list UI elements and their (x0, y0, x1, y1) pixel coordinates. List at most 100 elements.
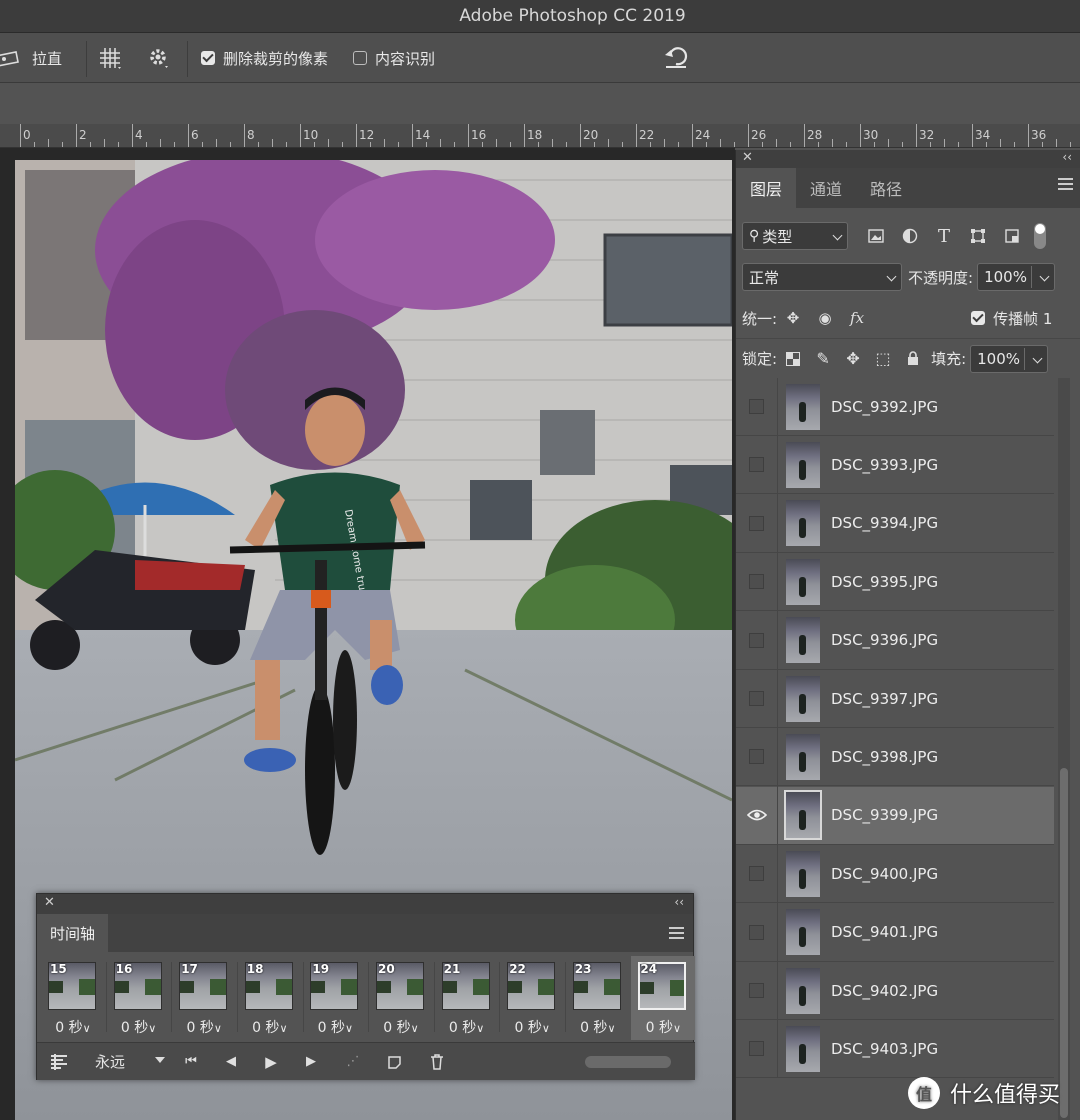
filter-adjustment-icon[interactable] (898, 224, 922, 248)
scrollbar-thumb[interactable] (1060, 768, 1068, 1118)
frame-delay-select[interactable]: 0 秒∨ (238, 1017, 302, 1037)
layer-row[interactable]: DSC_9403.JPG (736, 1019, 1054, 1079)
animation-frame[interactable]: 21 0 秒∨ (435, 956, 499, 1040)
blend-mode-select[interactable]: 正常 (742, 263, 902, 291)
loop-select[interactable]: 永远 (95, 1051, 165, 1072)
layer-row[interactable]: DSC_9402.JPG (736, 961, 1054, 1020)
frame-delay-select[interactable]: 0 秒∨ (500, 1017, 564, 1037)
lock-position-move-icon[interactable]: ✥ (841, 347, 865, 371)
panel-menu-icon[interactable] (1058, 178, 1073, 190)
layer-visibility-toggle[interactable] (736, 435, 778, 494)
ruler-minor-tick (230, 142, 231, 147)
play-icon[interactable]: ▶ (259, 1050, 283, 1074)
frame-delay-select[interactable]: 0 秒∨ (107, 1017, 171, 1037)
tab-layers[interactable]: 图层 (736, 168, 797, 208)
tab-paths[interactable]: 路径 (856, 168, 916, 208)
lock-all-lock-icon[interactable] (901, 347, 925, 371)
close-icon[interactable]: ✕ (44, 895, 55, 910)
frame-delay-select[interactable]: 0 秒∨ (172, 1017, 236, 1037)
layer-thumbnail (786, 500, 820, 547)
unify-style-icon[interactable]: fx (845, 306, 869, 330)
convert-to-video-timeline-icon[interactable] (47, 1050, 71, 1074)
layer-visibility-toggle[interactable] (736, 378, 778, 436)
layer-row[interactable]: DSC_9398.JPG (736, 727, 1054, 787)
layer-visibility-toggle[interactable] (736, 727, 778, 786)
animation-frame[interactable]: 17 0 秒∨ (172, 956, 236, 1040)
content-aware-checkbox[interactable]: 内容识别 (353, 33, 435, 83)
frame-delay-select[interactable]: 0 秒∨ (41, 1017, 105, 1037)
horizontal-ruler[interactable]: 0 2 4 6 8 10 12 14 16 18 20 22 24 26 28 30 32 34 36 (0, 124, 1080, 148)
propagate-frame-checkbox[interactable] (971, 311, 986, 325)
layer-visibility-toggle[interactable] (736, 552, 778, 611)
layer-visibility-toggle[interactable] (736, 961, 778, 1020)
layer-row[interactable]: DSC_9397.JPG (736, 669, 1054, 728)
crop-settings-button[interactable] (147, 33, 171, 83)
layer-row[interactable]: DSC_9393.JPG (736, 435, 1054, 495)
close-icon[interactable]: ✕ (742, 150, 753, 165)
layer-row[interactable]: DSC_9396.JPG (736, 611, 1054, 670)
layer-visibility-toggle[interactable] (736, 844, 778, 903)
layer-row[interactable]: DSC_9392.JPG (736, 378, 1054, 436)
animation-frame[interactable]: 23 0 秒∨ (566, 956, 630, 1040)
tab-channels[interactable]: 通道 (796, 168, 856, 208)
filter-smart-object-icon[interactable] (1000, 224, 1024, 248)
opacity-input[interactable]: 100% (977, 263, 1056, 291)
layer-row[interactable]: DSC_9401.JPG (736, 903, 1054, 962)
ruler-minor-tick (174, 142, 175, 147)
frame-delay-select[interactable]: 0 秒∨ (566, 1017, 630, 1037)
layer-row[interactable]: DSC_9395.JPG (736, 552, 1054, 612)
filter-kind-select[interactable]: ⚲ 类型 (742, 222, 848, 250)
layer-visibility-toggle[interactable] (736, 494, 778, 553)
filter-toggle[interactable] (1034, 223, 1046, 249)
animation-frame[interactable]: 19 0 秒∨ (303, 956, 367, 1040)
frame-strip: 15 0 秒∨ 16 0 秒∨ 17 0 秒∨ 18 0 秒∨ 19 0 秒∨ 20 0 秒∨ 21 0 … (37, 952, 696, 1042)
lock-image-brush-icon[interactable]: ✎ (811, 347, 835, 371)
layer-visibility-toggle[interactable] (736, 903, 778, 962)
frame-delay-select[interactable]: 0 秒∨ (369, 1017, 433, 1037)
animation-frame[interactable]: 22 0 秒∨ (500, 956, 564, 1040)
timeline-scrollbar[interactable] (585, 1055, 671, 1068)
delete-frame-trash-icon[interactable] (425, 1050, 449, 1074)
frame-delay-select[interactable]: 0 秒∨ (303, 1017, 367, 1037)
layer-row[interactable]: DSC_9394.JPG (736, 494, 1054, 553)
previous-frame-icon[interactable]: ◀ (219, 1050, 243, 1074)
unify-position-icon[interactable]: ✥ (781, 306, 805, 330)
first-frame-icon[interactable]: ⏮ (179, 1050, 203, 1074)
tab-timeline[interactable]: 时间轴 (37, 914, 109, 952)
reset-button[interactable] (664, 33, 690, 83)
filter-type-icon[interactable]: T (932, 224, 956, 248)
layer-visibility-toggle[interactable] (736, 1019, 778, 1078)
next-frame-icon[interactable]: ▶ (299, 1050, 323, 1074)
collapse-icon[interactable]: ‹‹ (1062, 150, 1072, 164)
fill-input[interactable]: 100% (970, 344, 1049, 373)
layer-visibility-toggle[interactable] (736, 669, 778, 728)
overlay-grid-button[interactable] (97, 33, 123, 83)
tween-icon[interactable]: ⋰ (341, 1050, 365, 1074)
animation-frame[interactable]: 20 0 秒∨ (369, 956, 433, 1040)
animation-frame[interactable]: 18 0 秒∨ (238, 956, 302, 1040)
duplicate-frame-icon[interactable] (383, 1050, 407, 1074)
layers-scrollbar[interactable] (1058, 378, 1070, 1120)
delete-cropped-pixels-checkbox[interactable]: 删除裁剪的像素 (201, 33, 328, 83)
lock-artboard-icon[interactable]: ⬚ (871, 347, 895, 371)
frame-delay-select[interactable]: 0 秒∨ (631, 1017, 695, 1037)
animation-frame[interactable]: 16 0 秒∨ (107, 956, 171, 1040)
panel-menu-icon[interactable] (669, 927, 684, 939)
frame-delay-select[interactable]: 0 秒∨ (435, 1017, 499, 1037)
lock-transparent-icon[interactable] (781, 347, 805, 371)
animation-frame[interactable]: 15 0 秒∨ (41, 956, 105, 1040)
layer-row[interactable]: DSC_9400.JPG (736, 844, 1054, 904)
layer-name: DSC_9400.JPG (831, 864, 939, 883)
straighten-button[interactable]: 拉直 (0, 33, 62, 83)
filter-pixel-icon[interactable] (864, 224, 888, 248)
layer-visibility-toggle[interactable] (736, 611, 778, 670)
layer-name: DSC_9394.JPG (831, 514, 939, 533)
filter-shape-icon[interactable] (966, 224, 990, 248)
animation-frame[interactable]: 24 0 秒∨ (631, 956, 696, 1040)
layer-visibility-toggle[interactable] (736, 786, 778, 845)
frame-number: 16 (115, 962, 133, 976)
ruler-minor-tick (986, 142, 987, 147)
layer-row[interactable]: DSC_9399.JPG (736, 786, 1054, 845)
unify-visibility-icon[interactable]: ◉ (813, 306, 837, 330)
collapse-icon[interactable]: ‹‹ (674, 895, 684, 909)
